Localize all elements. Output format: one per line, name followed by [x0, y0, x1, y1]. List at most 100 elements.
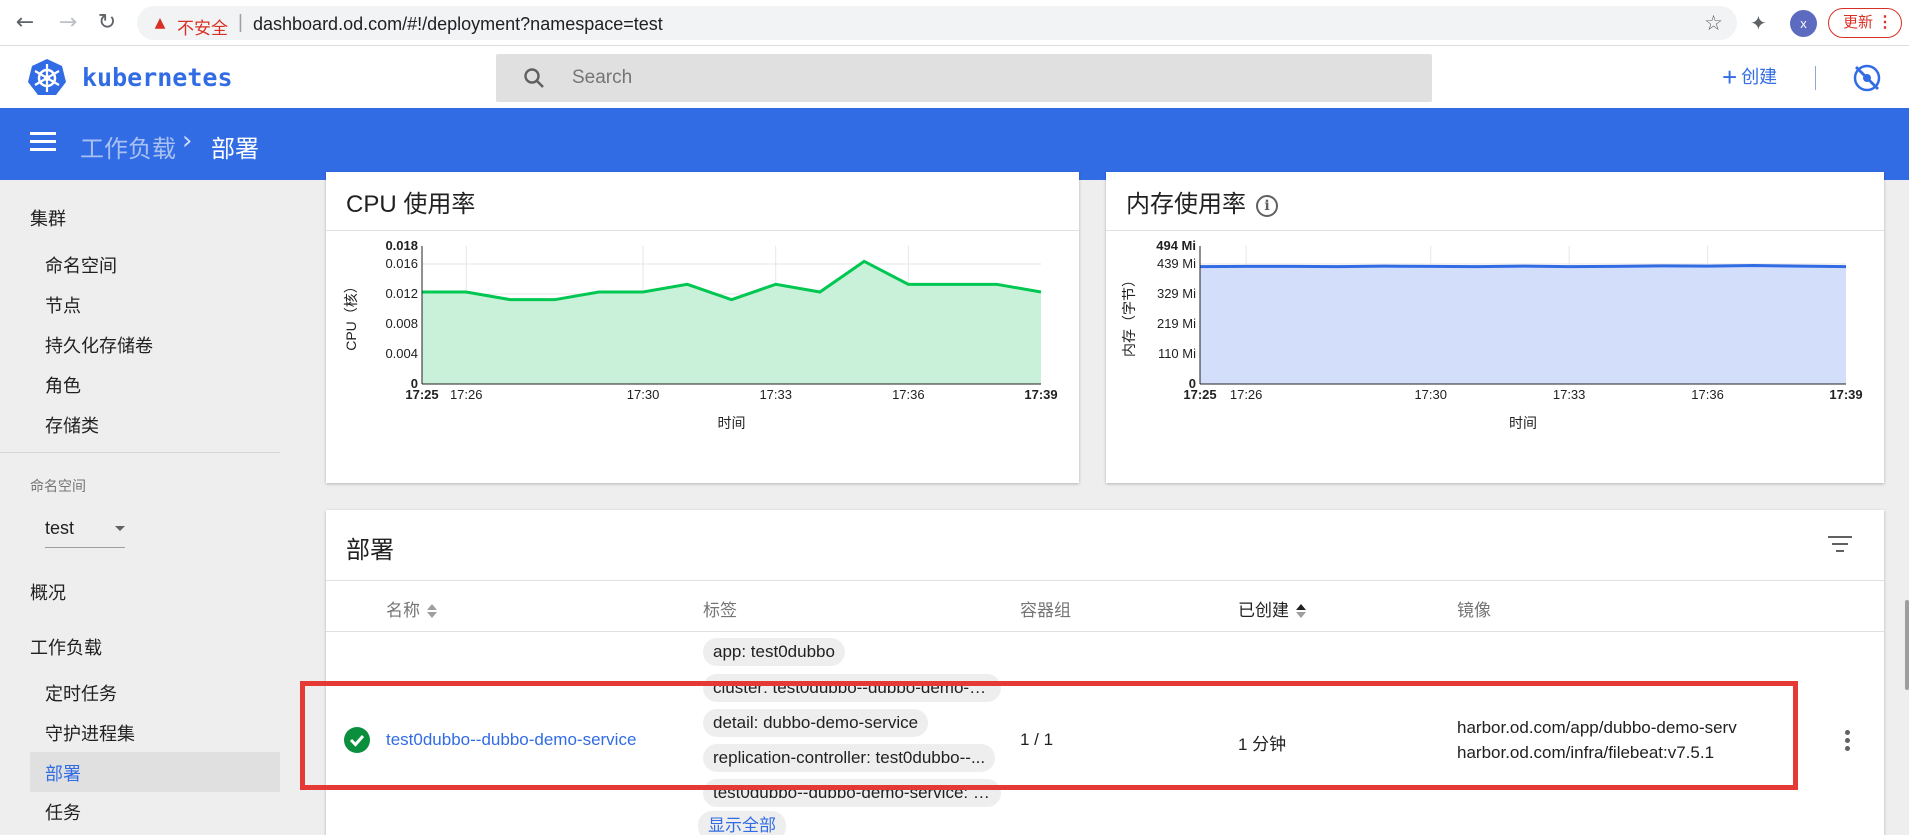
- y-tick-label: 219 Mi: [1157, 316, 1196, 331]
- series-line: [1199, 264, 1847, 269]
- card-divider: [326, 230, 1079, 231]
- sidebar-item-persistent-volumes[interactable]: 持久化存储卷: [45, 332, 153, 358]
- plus-icon: +: [1722, 62, 1738, 92]
- search-icon: [524, 68, 544, 88]
- table-header-divider: [326, 631, 1884, 632]
- y-tick-label: 0.008: [385, 316, 418, 331]
- namespace-label: 命名空间: [30, 478, 86, 494]
- sidebar-item-roles[interactable]: 角色: [45, 372, 81, 398]
- brand-name[interactable]: kubernetes: [82, 63, 233, 92]
- y-tick-label: 329 Mi: [1157, 286, 1196, 301]
- namespace-value: test: [45, 518, 75, 538]
- card-divider: [326, 580, 1884, 581]
- filter-icon[interactable]: [1828, 536, 1852, 556]
- extensions-icon[interactable]: ✦: [1750, 11, 1767, 35]
- y-tick-label: 494 Mi: [1156, 238, 1196, 253]
- sidebar-heading-workloads[interactable]: 工作负载: [30, 634, 102, 660]
- search-bar[interactable]: [496, 54, 1432, 102]
- x-tick-label: 17:36: [1691, 387, 1724, 402]
- sidebar-item-jobs[interactable]: 任务: [45, 799, 81, 825]
- column-created-label: 已创建: [1238, 601, 1289, 620]
- forward-icon[interactable]: →: [55, 10, 81, 36]
- deployments-card-title: 部署: [346, 537, 394, 564]
- x-tick-label: 17:39: [1024, 387, 1057, 402]
- y-tick-label: 0.004: [385, 346, 418, 361]
- search-input[interactable]: [572, 54, 1412, 102]
- y-axis-title: 内存（字节）: [1121, 273, 1137, 357]
- sidebar-item-namespaces[interactable]: 命名空间: [45, 252, 117, 278]
- sidebar-item-daemonsets[interactable]: 守护进程集: [45, 720, 135, 746]
- x-tick-label: 17:33: [1553, 387, 1586, 402]
- row-actions-more-icon[interactable]: [1845, 730, 1851, 754]
- back-icon[interactable]: ←: [12, 10, 38, 36]
- series-area: [1200, 265, 1846, 384]
- sidebar-item-nodes[interactable]: 节点: [45, 292, 81, 318]
- y-tick-label: 439 Mi: [1157, 256, 1196, 271]
- sidebar-item-deployments[interactable]: 部署: [45, 760, 81, 786]
- profile-avatar[interactable]: x: [1790, 10, 1817, 37]
- x-tick-label: 17:36: [892, 387, 925, 402]
- create-label: 创建: [1741, 67, 1778, 87]
- y-tick-label: 0: [1189, 376, 1196, 391]
- url-text[interactable]: dashboard.od.com/#!/deployment?namespace…: [253, 14, 663, 35]
- y-tick-label: 110 Mi: [1158, 346, 1196, 361]
- label-chip: app: test0dubbo: [703, 638, 845, 666]
- hide-eye-icon[interactable]: [1852, 63, 1882, 93]
- info-icon[interactable]: i: [1256, 195, 1278, 217]
- cpu-card-title: CPU 使用率: [346, 191, 476, 218]
- cpu-usage-card: CPU 使用率 17:25 17:26 17:30 17:33 17:36 17:39 0 0…: [326, 172, 1079, 483]
- dropdown-arrow-icon: [115, 526, 125, 531]
- url-separator: |: [238, 12, 243, 33]
- y-axis-title: CPU（核）: [343, 279, 359, 351]
- address-bar[interactable]: ▲ 不安全 | dashboard.od.com/#!/deployment?n…: [137, 6, 1737, 40]
- memory-usage-card: 内存使用率 i 17:25 17:26 17:30 17:33 17:36 17:39 0 11…: [1106, 172, 1884, 483]
- y-tick-label: 0.016: [385, 256, 418, 271]
- y-tick-label: 0.018: [385, 238, 418, 253]
- browser-toolbar: ← → ↻ ▲ 不安全 | dashboard.od.com/#!/deploy…: [0, 0, 1909, 46]
- column-header-name[interactable]: 名称: [386, 596, 438, 621]
- sidebar-item-storage-classes[interactable]: 存储类: [45, 412, 99, 438]
- card-divider: [1106, 230, 1884, 231]
- bookmark-star-icon[interactable]: ☆: [1704, 11, 1723, 35]
- x-tick-label: 17:26: [1230, 387, 1263, 402]
- column-header-labels: 标签: [703, 601, 737, 620]
- x-axis-title: 时间: [1509, 415, 1537, 431]
- x-tick-label: 17:30: [1414, 387, 1447, 402]
- sidebar-item-overview[interactable]: 概况: [30, 579, 66, 605]
- more-vert-icon: ⋮: [1877, 14, 1893, 31]
- chevron-right-icon: ›: [182, 126, 193, 156]
- column-name-label: 名称: [386, 601, 420, 620]
- header-divider: [1815, 66, 1816, 90]
- sort-icon: [427, 604, 437, 618]
- x-tick-label: 17:26: [450, 387, 483, 402]
- sidebar-heading-cluster[interactable]: 集群: [30, 205, 66, 231]
- kubernetes-logo-icon[interactable]: [27, 58, 67, 98]
- menu-icon[interactable]: [30, 132, 56, 154]
- column-header-created[interactable]: 已创建: [1238, 596, 1307, 621]
- security-status[interactable]: 不安全: [177, 14, 228, 39]
- highlight-annotation: [300, 681, 1798, 790]
- update-button[interactable]: 更新 ⋮: [1828, 8, 1902, 38]
- sidebar: 集群 命名空间 节点 持久化存储卷 角色 存储类 命名空间 test 概况 工作…: [0, 180, 300, 835]
- create-button[interactable]: + 创建: [1722, 62, 1777, 93]
- reload-icon[interactable]: ↻: [94, 10, 120, 36]
- memory-card-title: 内存使用率 i: [1126, 184, 1278, 219]
- namespace-select[interactable]: test: [45, 514, 125, 548]
- y-tick-label: 0: [411, 376, 418, 391]
- update-label: 更新: [1843, 14, 1874, 31]
- x-tick-label: 17:33: [759, 387, 792, 402]
- page-toolbar: 工作负载 › 部署: [0, 108, 1909, 180]
- scrollbar-thumb[interactable]: [1905, 600, 1909, 690]
- column-header-pods: 容器组: [1020, 601, 1071, 620]
- column-header-images: 镜像: [1457, 601, 1491, 620]
- warning-icon: ▲: [154, 15, 166, 31]
- series-area: [422, 261, 1041, 384]
- page-title: 部署: [211, 136, 259, 163]
- memory-title-text: 内存使用率: [1126, 191, 1246, 218]
- sidebar-item-cronjobs[interactable]: 定时任务: [45, 680, 117, 706]
- y-tick-label: 0.012: [385, 286, 418, 301]
- breadcrumb-workloads[interactable]: 工作负载: [80, 129, 176, 164]
- show-all-labels-button[interactable]: 显示全部: [698, 811, 786, 835]
- sidebar-divider: [0, 452, 280, 453]
- x-axis-title: 时间: [718, 415, 746, 431]
